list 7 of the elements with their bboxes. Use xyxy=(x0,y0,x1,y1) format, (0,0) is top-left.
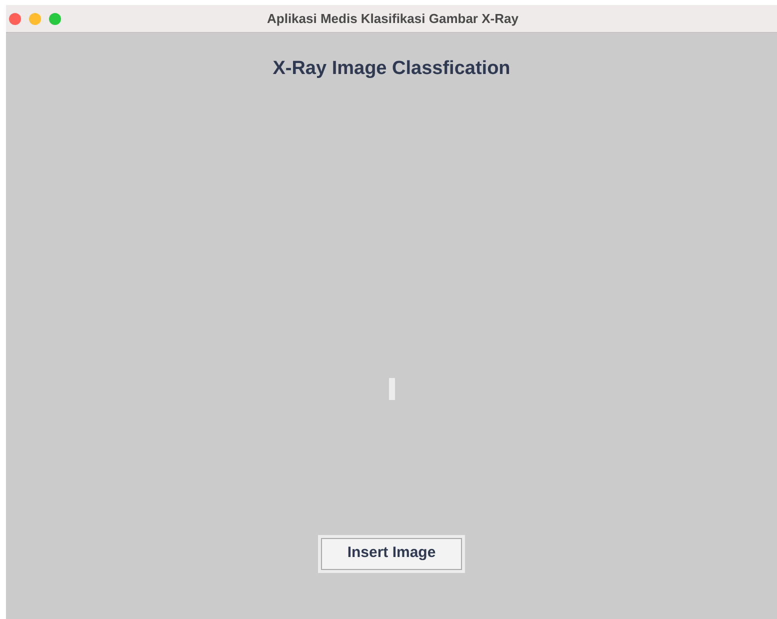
image-placeholder xyxy=(388,378,394,400)
zoom-button[interactable] xyxy=(49,12,61,24)
minimize-button[interactable] xyxy=(29,12,41,24)
insert-image-button[interactable]: Insert Image xyxy=(321,538,462,570)
close-button[interactable] xyxy=(9,12,21,24)
window-title: Aplikasi Medis Klasifikasi Gambar X-Ray xyxy=(267,10,518,28)
page-heading: X-Ray Image Classfication xyxy=(272,57,510,81)
